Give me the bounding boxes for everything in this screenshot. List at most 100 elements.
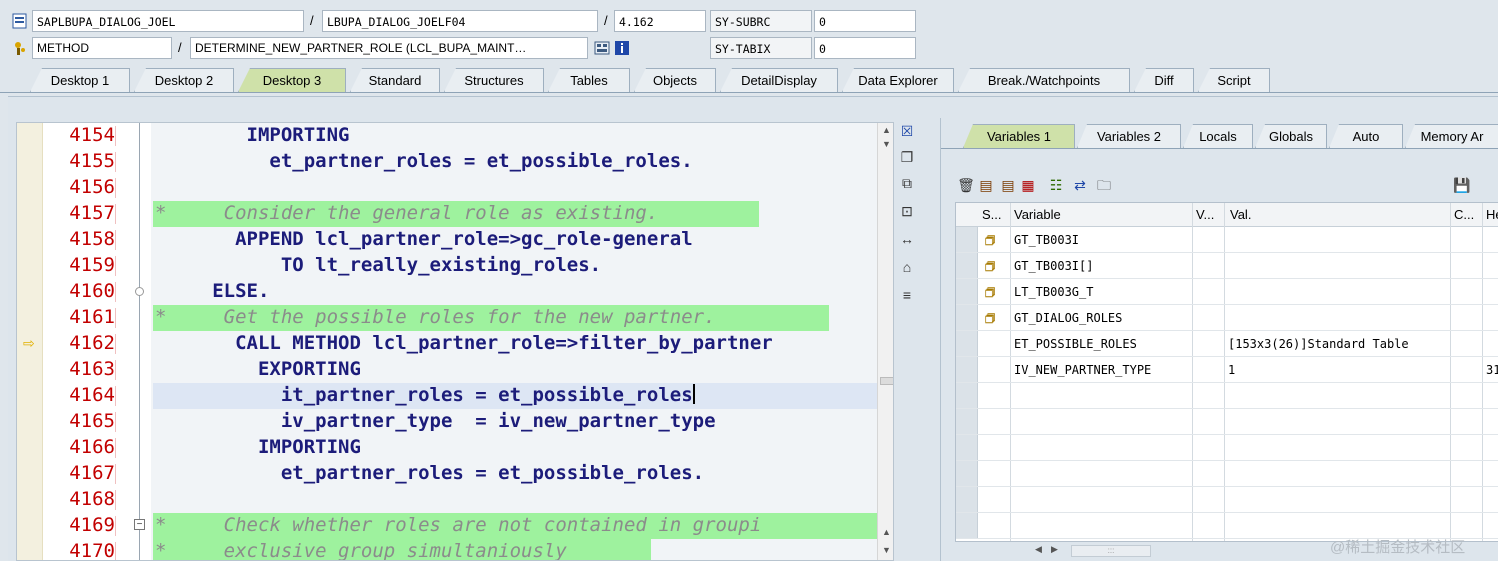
services-tool-icon[interactable]: ⌂ [898, 258, 916, 276]
variable-value[interactable]: 1 [1228, 363, 1235, 377]
table-row[interactable] [956, 461, 1498, 487]
code-line-cursor[interactable]: 4164 it_partner_roles = et_possible_role… [17, 383, 877, 409]
config-tool-icon[interactable]: ≡ [898, 286, 916, 304]
code-line[interactable]: 4156 [17, 175, 877, 201]
details-icon[interactable]: ▤ [977, 176, 995, 194]
column-header-v[interactable]: V... [1196, 207, 1214, 222]
tab-script[interactable]: Script [1198, 68, 1270, 92]
delete-icon[interactable]: 🗑 [957, 176, 975, 194]
variable-hex[interactable]: 31 [1486, 363, 1498, 377]
sysfield-label: SY-TABIX [710, 37, 812, 59]
save-icon[interactable]: 💾 [1453, 176, 1471, 194]
tab-structures[interactable]: Structures [444, 68, 544, 92]
tab-variables-2[interactable]: Variables 2 [1077, 124, 1181, 148]
table-row[interactable] [956, 435, 1498, 461]
tab-variables-1[interactable]: Variables 1 [963, 124, 1075, 148]
close-tool-icon[interactable]: ☒ [898, 122, 916, 140]
scroll-up-icon[interactable]: ▲ [882, 125, 891, 135]
new-tool-icon[interactable]: ❐ [898, 148, 916, 166]
details-3-icon[interactable]: ▦ [1019, 176, 1037, 194]
execution-pointer-icon: ⇨ [23, 335, 35, 351]
column-header-c[interactable]: C... [1454, 207, 1474, 222]
variable-name[interactable]: GT_TB003I [1014, 233, 1079, 247]
navigate-icon[interactable] [594, 40, 610, 56]
code-line[interactable]: 4155 et_partner_roles = et_possible_role… [17, 149, 877, 175]
info-icon[interactable] [614, 40, 630, 56]
table-row[interactable]: ET_POSSIBLE_ROLES [153x3(26)]Standard Ta… [956, 331, 1498, 357]
line-number-field[interactable]: 4.162 [614, 10, 706, 32]
tab-tables[interactable]: Tables [548, 68, 630, 92]
scroll-right-icon[interactable]: ▶ [1051, 544, 1058, 555]
scroll-thumb[interactable]: ::: [1071, 545, 1151, 557]
variable-name[interactable]: GT_DIALOG_ROLES [1014, 311, 1122, 325]
code-comment: * exclusive group simultaniously [155, 540, 567, 561]
code-line[interactable]: 4159 TO lt_really_existing_roles. [17, 253, 877, 279]
include-field[interactable]: LBUPA_DIALOG_JOELF04 [322, 10, 598, 32]
variables-grid[interactable]: S... Variable V... Val. C... He 🗇 GT_TB0… [955, 202, 1498, 542]
table-row[interactable]: 🗇 GT_TB003I [956, 227, 1498, 253]
table-row[interactable]: 🗇 GT_DIALOG_ROLES [956, 305, 1498, 331]
table-row[interactable]: 🗇 LT_TB003G_T [956, 279, 1498, 305]
table-row[interactable] [956, 409, 1498, 435]
scroll-up-icon[interactable]: ▲ [882, 527, 891, 537]
column-header-hex[interactable]: He [1486, 207, 1498, 222]
structure-icon[interactable]: ☷ [1047, 176, 1065, 194]
details-2-icon[interactable]: ▤ [999, 176, 1017, 194]
scroll-thumb[interactable] [880, 377, 893, 385]
variable-value[interactable]: [153x3(26)]Standard Table [1228, 337, 1409, 351]
code-line[interactable]: 4154 IMPORTING [17, 123, 877, 149]
code-line[interactable]: 4158 APPEND lcl_partner_role=>gc_role-ge… [17, 227, 877, 253]
transfer-icon[interactable]: ⇄ [1071, 176, 1089, 194]
tab-breakpoints[interactable]: Break./Watchpoints [958, 68, 1130, 92]
collapse-icon[interactable]: − [134, 519, 145, 530]
column-header-s[interactable]: S... [982, 207, 1002, 222]
program-field[interactable]: SAPLBUPA_DIALOG_JOEL [32, 10, 304, 32]
variable-name[interactable]: ET_POSSIBLE_ROLES [1014, 337, 1137, 351]
column-header-variable[interactable]: Variable [1014, 207, 1061, 222]
scroll-down-icon[interactable]: ▼ [882, 545, 891, 555]
variable-name[interactable]: IV_NEW_PARTNER_TYPE [1014, 363, 1151, 377]
tab-auto[interactable]: Auto [1329, 124, 1403, 148]
table-row[interactable]: IV_NEW_PARTNER_TYPE 1 31 [956, 357, 1498, 383]
folder-icon[interactable]: 🗀 [1095, 176, 1113, 194]
code-line[interactable]: 4170 * exclusive group simultaniously [17, 539, 877, 561]
variable-name[interactable]: GT_TB003I[] [1014, 259, 1093, 273]
editor-vertical-scrollbar[interactable]: ▲ ▼ ▲ ▼ [877, 123, 893, 560]
code-line[interactable]: 4166 IMPORTING [17, 435, 877, 461]
tab-diff[interactable]: Diff [1134, 68, 1194, 92]
tab-detaildisplay[interactable]: DetailDisplay [720, 68, 838, 92]
tab-data-explorer[interactable]: Data Explorer [842, 68, 954, 92]
code-line[interactable]: 4165 iv_partner_type = iv_new_partner_ty… [17, 409, 877, 435]
code-editor[interactable]: 4154 IMPORTING 4155 et_partner_roles = e… [16, 122, 894, 561]
column-header-value[interactable]: Val. [1230, 207, 1251, 222]
sy-tabix-value[interactable]: 0 [814, 37, 916, 59]
tab-desktop-2[interactable]: Desktop 2 [134, 68, 234, 92]
event-type-field[interactable]: METHOD [32, 37, 172, 59]
code-line[interactable]: 4157 * Consider the general role as exis… [17, 201, 877, 227]
tab-memory-analysis[interactable]: Memory Ar [1405, 124, 1498, 148]
tab-desktop-1[interactable]: Desktop 1 [30, 68, 130, 92]
code-line[interactable]: 4161 * Get the possible roles for the ne… [17, 305, 877, 331]
tab-locals[interactable]: Locals [1183, 124, 1253, 148]
code-line[interactable]: 4163 EXPORTING [17, 357, 877, 383]
scroll-left-icon[interactable]: ◀ [1035, 544, 1042, 555]
code-line[interactable]: 4169 − * Check whether roles are not con… [17, 513, 877, 539]
table-row[interactable] [956, 487, 1498, 513]
code-line[interactable]: 4167 et_partner_roles = et_possible_role… [17, 461, 877, 487]
tab-objects[interactable]: Objects [634, 68, 716, 92]
code-line[interactable]: 4168 [17, 487, 877, 513]
table-row[interactable]: 🗇 GT_TB003I[] [956, 253, 1498, 279]
code-line-current[interactable]: ⇨ 4162 CALL METHOD lcl_partner_role=>fil… [17, 331, 877, 357]
swap-tool-icon[interactable]: ⧉ [898, 174, 916, 192]
tab-standard[interactable]: Standard [350, 68, 440, 92]
resize-tool-icon[interactable]: ↔ [898, 230, 916, 248]
code-line[interactable]: 4160 ELSE. [17, 279, 877, 305]
event-name-field[interactable]: DETERMINE_NEW_PARTNER_ROLE (LCL_BUPA_MAI… [190, 37, 588, 59]
maximize-tool-icon[interactable]: ⊡ [898, 202, 916, 220]
scroll-down-icon[interactable]: ▼ [882, 139, 891, 149]
sy-subrc-value[interactable]: 0 [814, 10, 916, 32]
table-row[interactable] [956, 383, 1498, 409]
tab-desktop-3[interactable]: Desktop 3 [238, 68, 346, 92]
variable-name[interactable]: LT_TB003G_T [1014, 285, 1093, 299]
tab-globals[interactable]: Globals [1255, 124, 1327, 148]
